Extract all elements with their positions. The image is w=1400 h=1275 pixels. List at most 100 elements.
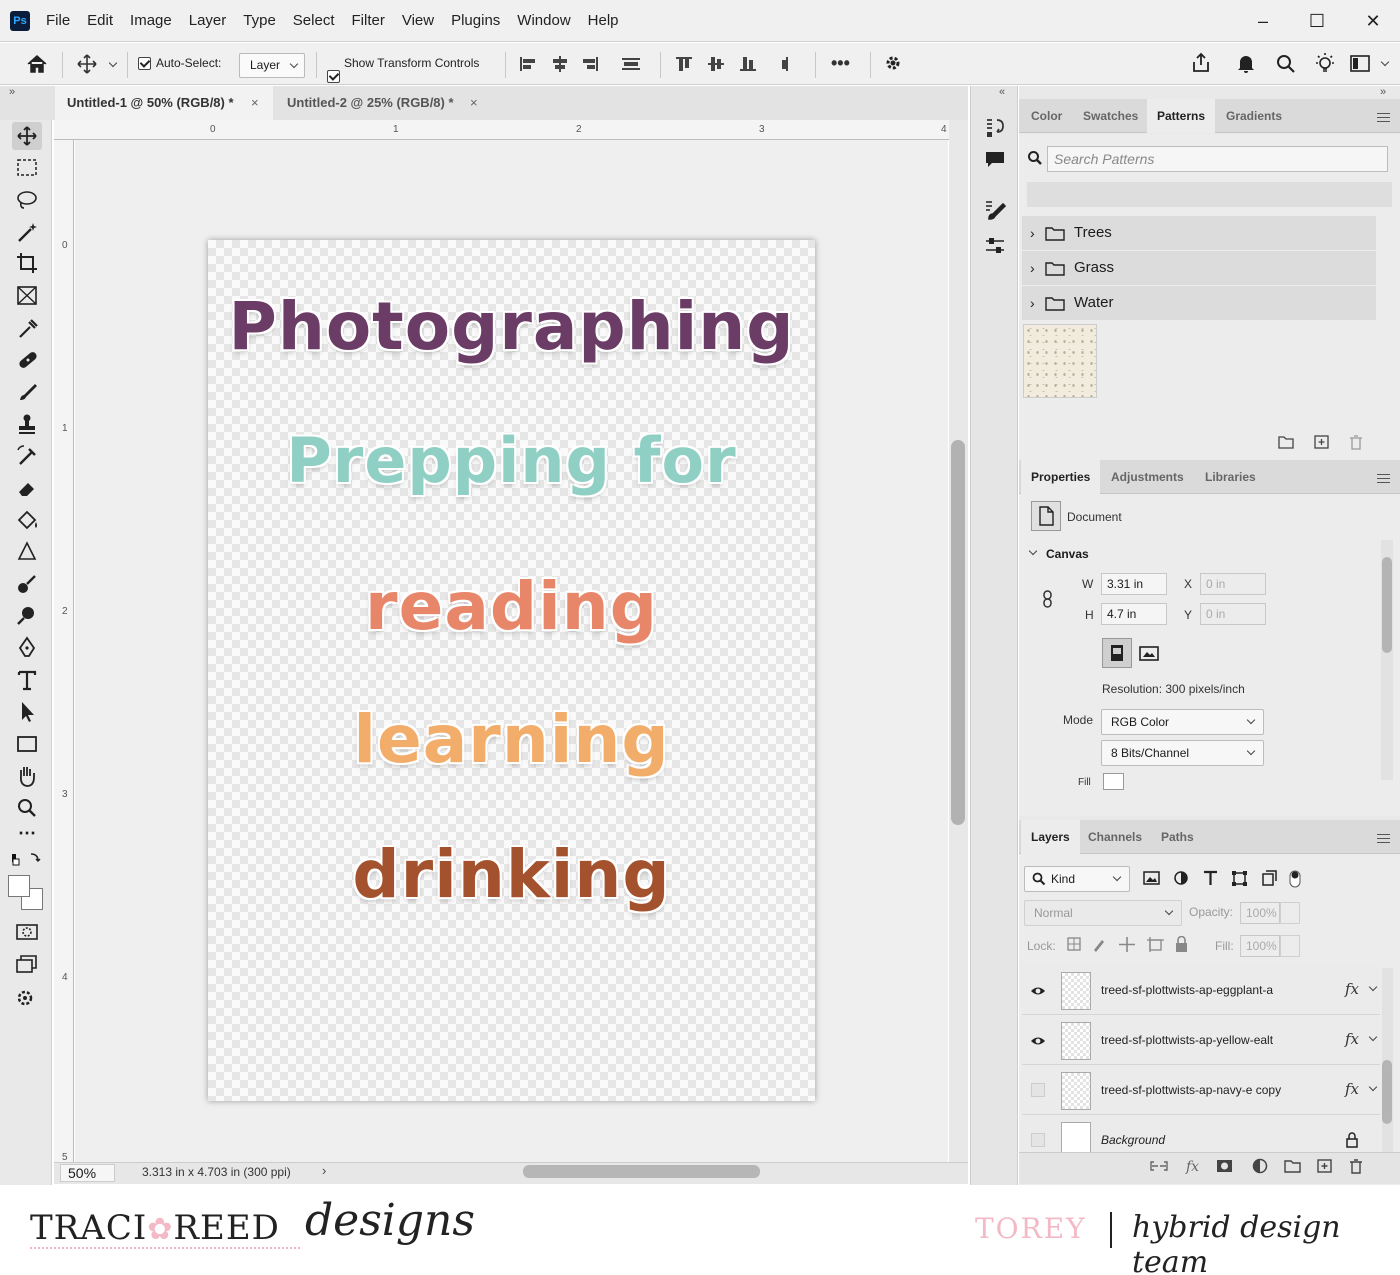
lasso-tool-icon[interactable] [12,186,42,214]
menu-type[interactable]: Type [243,12,276,29]
menu-select[interactable]: Select [293,12,335,29]
layer-name[interactable]: treed-sf-plottwists-ap-eggplant-a [1101,983,1273,997]
maximize-button[interactable]: ☐ [1304,8,1330,34]
share-icon[interactable] [1190,52,1212,74]
fill-opacity-dropdown[interactable] [1280,935,1300,957]
crop-tool-icon[interactable] [12,250,42,278]
menu-filter[interactable]: Filter [352,12,385,29]
pen-tool-icon[interactable] [12,634,42,662]
collapse-panels-icon[interactable]: » [1380,86,1386,98]
tab-color[interactable]: Color [1021,99,1072,133]
bit-depth-dropdown[interactable]: 8 Bits/Channel [1101,740,1264,766]
dodge-tool-icon[interactable] [12,570,42,598]
properties-scroll-thumb[interactable] [1382,557,1392,653]
distribute-icons[interactable] [674,54,804,74]
menu-window[interactable]: Window [517,12,570,29]
tab-paths[interactable]: Paths [1151,820,1204,854]
document-canvas[interactable]: Photographing Prepping for reading learn… [208,240,815,1101]
layer-effects-icon[interactable]: fx [1345,980,1359,998]
lock-icons[interactable] [1066,936,1194,954]
zoom-tool-icon[interactable] [12,794,42,822]
history-brush-icon[interactable] [12,442,42,470]
fill-color-swatch[interactable] [1103,773,1124,790]
comments-panel-icon[interactable] [983,148,1007,172]
burn-tool-icon[interactable] [12,602,42,630]
tab-patterns[interactable]: Patterns [1147,99,1216,133]
menu-edit[interactable]: Edit [87,12,113,29]
layer-name[interactable]: treed-sf-plottwists-ap-navy-e copy [1101,1083,1281,1097]
document-info[interactable]: 3.313 in x 4.703 in (300 ppi) [142,1165,291,1179]
menu-image[interactable]: Image [130,12,172,29]
path-selection-icon[interactable] [12,698,42,726]
menu-view[interactable]: View [402,12,434,29]
search-icon[interactable] [1275,53,1297,75]
canvas-y-field[interactable]: 0 in [1200,603,1266,625]
menu-file[interactable]: File [46,12,70,29]
show-transform-checkbox[interactable] [327,70,340,83]
horizontal-scroll-thumb[interactable] [523,1165,760,1178]
fill-opacity-field[interactable]: 100% [1240,935,1280,957]
move-tool-icon[interactable] [12,122,42,150]
eyedropper-icon[interactable] [12,314,42,342]
move-tool-preset-icon[interactable] [76,53,98,75]
tab-properties[interactable]: Properties [1021,460,1101,494]
pattern-folder-water[interactable]: › Water [1022,286,1376,320]
panel-menu-icon[interactable] [1377,113,1390,122]
healing-brush-icon[interactable] [12,346,42,374]
foreground-color-swatch[interactable] [8,875,30,897]
eraser-tool-icon[interactable] [12,474,42,502]
tab-adjustments[interactable]: Adjustments [1101,460,1194,494]
layer-effects-icon[interactable]: fx [1345,1030,1359,1048]
zoom-field[interactable]: 50% [60,1164,115,1182]
paint-bucket-icon[interactable] [12,506,42,534]
chevron-right-icon[interactable]: › [1030,251,1035,285]
type-tool-icon[interactable] [12,666,42,694]
layer-filter-icons[interactable] [1142,869,1307,889]
opacity-field[interactable]: 100% [1240,902,1280,924]
auto-select-checkbox[interactable] [138,57,151,70]
history-panel-icon[interactable] [983,116,1007,140]
align-icons[interactable] [518,54,648,74]
hand-tool-icon[interactable] [12,762,42,790]
tab-untitled-2[interactable]: Untitled-2 @ 25% (RGB/8) * × [275,86,495,120]
layer-name[interactable]: Background [1101,1133,1165,1147]
layer-row[interactable]: treed-sf-plottwists-ap-navy-e copy fx [1022,1066,1380,1115]
lock-icon[interactable] [1345,1132,1359,1148]
blend-mode-dropdown[interactable]: Normal [1024,900,1182,926]
visibility-toggle[interactable] [1031,1083,1045,1097]
pattern-thumbnail[interactable] [1023,324,1097,398]
tab-layers[interactable]: Layers [1021,820,1080,854]
close-window-button[interactable]: ✕ [1360,8,1386,34]
menu-layer[interactable]: Layer [189,12,227,29]
canvas-height-field[interactable]: 4.7 in [1101,603,1167,625]
eye-icon[interactable] [1030,983,1046,999]
link-icon[interactable] [1040,589,1056,609]
home-icon[interactable] [26,53,48,75]
chevron-down-icon[interactable] [1368,982,1378,992]
workspace-icon[interactable] [1350,54,1372,74]
menu-help[interactable]: Help [588,12,619,29]
quick-mask-icon[interactable] [12,918,42,946]
collapse-dock-icon[interactable]: « [999,86,1005,98]
close-tab-icon[interactable]: × [251,86,259,120]
screen-mode-icon[interactable] [12,950,42,978]
tab-channels[interactable]: Channels [1078,820,1152,854]
chevron-down-icon[interactable] [1368,1082,1378,1092]
tab-libraries[interactable]: Libraries [1195,460,1266,494]
blur-tool-icon[interactable] [12,538,42,566]
auto-select-dropdown[interactable]: Layer [239,53,305,78]
eye-icon[interactable] [1030,1033,1046,1049]
chevron-right-icon[interactable]: › [322,1163,326,1178]
visibility-toggle[interactable] [1031,1133,1045,1147]
color-mode-dropdown[interactable]: RGB Color [1101,709,1264,735]
canvas-x-field[interactable]: 0 in [1200,573,1266,595]
minimize-button[interactable]: – [1250,8,1276,34]
chevron-right-icon[interactable]: › [1030,216,1035,250]
more-tools-icon[interactable]: ⋯ [12,823,42,851]
pattern-folder-trees[interactable]: › Trees [1022,216,1376,250]
tab-gradients[interactable]: Gradients [1216,99,1292,133]
stamp-tool-icon[interactable] [12,410,42,438]
panel-menu-icon[interactable] [1377,834,1390,843]
search-patterns-input[interactable]: Search Patterns [1047,146,1388,172]
opacity-dropdown[interactable] [1280,902,1300,924]
